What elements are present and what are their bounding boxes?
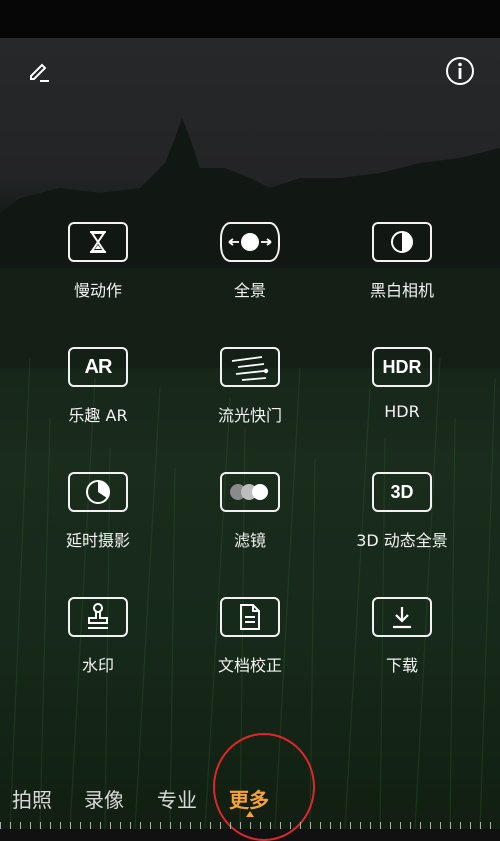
mode-label: 水印 <box>81 656 114 675</box>
mode-label: 3D 动态全景 <box>356 531 448 550</box>
mode-label: 滤镜 <box>233 531 266 550</box>
mode-label: 流光快门 <box>217 406 282 425</box>
mode-slow-motion[interactable]: 慢动作 <box>23 222 173 301</box>
panorama-icon <box>228 233 272 251</box>
info-button[interactable] <box>444 55 476 87</box>
3d-icon: 3D <box>390 481 414 502</box>
edit-button[interactable] <box>23 55 55 87</box>
mode-label: 乐趣 AR <box>68 406 128 425</box>
mode-hdr[interactable]: HDR HDR <box>327 347 477 421</box>
mode-light-painting[interactable]: 流光快门 <box>175 347 325 426</box>
tab-pro[interactable]: 专业 <box>157 784 197 813</box>
document-icon <box>240 604 260 630</box>
light-trails-icon <box>231 356 269 381</box>
mode-watermark[interactable]: 水印 <box>23 597 173 676</box>
mode-3d-panorama[interactable]: 3D 3D 动态全景 <box>327 472 477 551</box>
mode-panorama[interactable]: 全景 <box>175 222 325 301</box>
stamp-icon <box>88 603 108 629</box>
tab-video[interactable]: 录像 <box>84 784 124 813</box>
mode-download[interactable]: 下载 <box>327 597 477 676</box>
mode-monochrome[interactable]: 黑白相机 <box>327 222 477 301</box>
ar-icon: AR <box>84 355 113 378</box>
mode-document[interactable]: 文档校正 <box>175 597 325 676</box>
filter-circles-icon <box>230 484 268 500</box>
mode-label: 全景 <box>233 281 266 300</box>
hourglass-icon <box>90 231 106 253</box>
mode-label: 文档校正 <box>217 656 282 675</box>
info-icon <box>446 57 474 85</box>
edit-pencil-icon <box>30 63 49 82</box>
scale-ticks <box>0 822 500 829</box>
mode-label: 延时摄影 <box>65 531 130 550</box>
time-lapse-icon <box>86 480 110 504</box>
camera-viewfinder <box>0 38 500 829</box>
hdr-icon: HDR <box>382 356 422 377</box>
mode-filter[interactable]: 滤镜 <box>175 472 325 551</box>
status-bar <box>0 0 500 38</box>
mode-time-lapse[interactable]: 延时摄影 <box>23 472 173 551</box>
mode-label: HDR <box>384 402 420 421</box>
tab-photo[interactable]: 拍照 <box>12 784 52 813</box>
mode-ar-fun[interactable]: AR 乐趣 AR <box>23 347 173 426</box>
download-icon <box>393 607 411 629</box>
mode-label: 黑白相机 <box>369 281 434 300</box>
mode-label: 慢动作 <box>73 281 122 300</box>
mode-label: 下载 <box>385 656 418 675</box>
half-circle-icon <box>391 231 413 253</box>
